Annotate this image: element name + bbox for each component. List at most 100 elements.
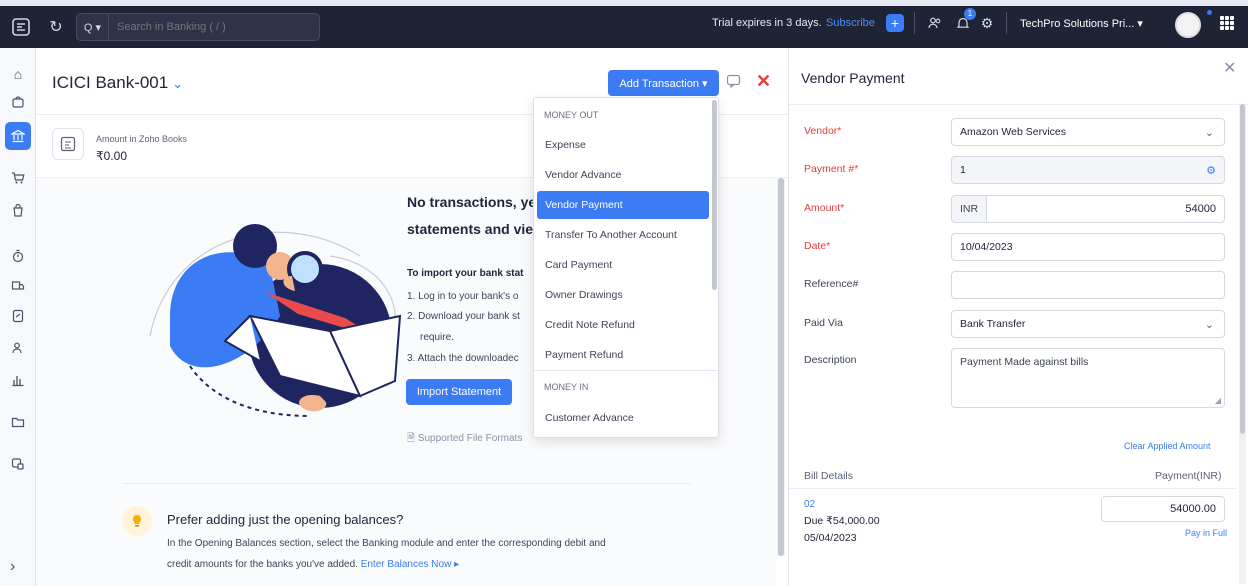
payment-inr-header: Payment(INR) bbox=[1155, 470, 1222, 482]
status-dot-icon bbox=[1207, 10, 1212, 15]
amount-label: Amount* bbox=[804, 202, 845, 214]
menu-item-vendor-payment[interactable]: Vendor Payment bbox=[537, 191, 709, 219]
app-logo-icon[interactable] bbox=[4, 10, 38, 44]
main-scrollbar[interactable] bbox=[777, 178, 785, 556]
resize-grip-icon[interactable]: ◢ bbox=[1215, 396, 1221, 405]
gst-filing-icon[interactable] bbox=[8, 306, 28, 326]
purchases-bag-icon[interactable] bbox=[8, 200, 28, 220]
ewaybill-truck-icon[interactable] bbox=[8, 276, 28, 296]
divider bbox=[534, 370, 718, 371]
referral-users-icon[interactable] bbox=[924, 12, 946, 34]
search-filter-icon[interactable]: Q ▾ bbox=[77, 14, 109, 40]
vendor-payment-panel: Vendor Payment ✕ Vendor* Amazon Web Serv… bbox=[788, 48, 1248, 586]
panel-scrollbar[interactable] bbox=[1239, 104, 1246, 584]
supported-formats-text: 🗎 Supported File Formats bbox=[407, 431, 522, 448]
chevron-down-icon[interactable]: ⌄ bbox=[172, 76, 183, 91]
organization-switcher[interactable]: TechPro Solutions Pri... ▾ bbox=[1020, 17, 1143, 30]
import-statement-button[interactable]: Import Statement bbox=[406, 379, 512, 405]
reference-label: Reference# bbox=[804, 278, 859, 290]
opening-balances-title: Prefer adding just the opening balances? bbox=[167, 512, 404, 527]
left-sidebar: ⌂ › bbox=[0, 48, 36, 586]
dropdown-scrollbar[interactable] bbox=[712, 100, 717, 290]
vendor-value: Amazon Web Services bbox=[960, 126, 1067, 138]
vendor-select[interactable]: Amazon Web Services ⌄ bbox=[951, 118, 1225, 146]
notification-count-badge: 1 bbox=[964, 8, 976, 20]
payment-number-label: Payment #* bbox=[804, 163, 859, 175]
comments-icon[interactable] bbox=[726, 74, 741, 91]
subscribe-link[interactable]: Subscribe bbox=[826, 17, 875, 29]
bill-payment-input[interactable]: 54000.00 bbox=[1101, 496, 1225, 522]
divider bbox=[789, 104, 1248, 105]
integrations-icon[interactable] bbox=[8, 454, 28, 474]
money-in-header: MONEY IN bbox=[544, 382, 589, 392]
menu-item-transfer-to-another-account[interactable]: Transfer To Another Account bbox=[537, 221, 709, 249]
search-bar[interactable]: Q ▾ bbox=[76, 13, 320, 41]
menu-item-credit-note-refund[interactable]: Credit Note Refund bbox=[537, 311, 709, 339]
refresh-icon[interactable]: ↻ bbox=[44, 17, 68, 37]
scrollbar-thumb[interactable] bbox=[778, 178, 784, 556]
accountant-user-icon[interactable] bbox=[8, 338, 28, 358]
empty-state-illustration bbox=[149, 224, 402, 417]
quick-create-plus-icon[interactable]: + bbox=[886, 14, 904, 32]
paid-via-select[interactable]: Bank Transfer ⌄ bbox=[951, 310, 1225, 338]
bill-number-link[interactable]: 02 bbox=[804, 499, 815, 510]
search-input[interactable] bbox=[109, 21, 309, 33]
close-icon[interactable]: ✕ bbox=[756, 71, 771, 92]
menu-item-vendor-advance[interactable]: Vendor Advance bbox=[537, 161, 709, 189]
divider bbox=[124, 483, 690, 484]
panel-title: Vendor Payment bbox=[801, 70, 905, 86]
banking-bank-icon[interactable] bbox=[5, 122, 31, 150]
bank-account-icon bbox=[52, 128, 84, 160]
description-label: Description bbox=[804, 354, 857, 366]
money-out-header: MONEY OUT bbox=[544, 110, 599, 120]
clear-applied-amount-link[interactable]: Clear Applied Amount bbox=[1124, 441, 1211, 451]
description-value: Payment Made against bills bbox=[960, 356, 1089, 368]
items-bag-icon[interactable] bbox=[8, 92, 28, 112]
settings-gear-icon[interactable]: ⚙ bbox=[1206, 164, 1216, 177]
user-avatar[interactable] bbox=[1175, 12, 1201, 38]
expand-sidebar-chevron-icon[interactable]: › bbox=[10, 558, 15, 576]
empty-state-heading-line2: statements and vie bbox=[407, 221, 534, 237]
reference-field[interactable] bbox=[951, 271, 1225, 299]
payment-number-value: 1 bbox=[960, 164, 966, 176]
import-step: require. bbox=[420, 332, 454, 343]
divider bbox=[1006, 12, 1007, 34]
settings-gear-icon[interactable]: ⚙ bbox=[976, 12, 998, 34]
menu-item-owner-drawings[interactable]: Owner Drawings bbox=[537, 281, 709, 309]
amount-value: ₹0.00 bbox=[96, 149, 127, 163]
chevron-down-icon[interactable]: ⌄ bbox=[1205, 126, 1214, 139]
opening-balances-description-line2: credit amounts for the banks you've adde… bbox=[167, 559, 459, 570]
sales-cart-icon[interactable] bbox=[8, 168, 28, 188]
add-transaction-button[interactable]: Add Transaction ▾ bbox=[608, 70, 719, 96]
home-icon[interactable]: ⌂ bbox=[8, 64, 28, 84]
app-grid-icon[interactable] bbox=[1220, 16, 1234, 30]
documents-folder-icon[interactable] bbox=[8, 412, 28, 432]
add-transaction-dropdown: MONEY OUT Expense Vendor Advance Vendor … bbox=[533, 97, 719, 438]
divider bbox=[789, 488, 1237, 489]
close-icon[interactable]: ✕ bbox=[1223, 58, 1236, 78]
bill-date: 05/04/2023 bbox=[804, 532, 857, 544]
menu-item-expense[interactable]: Expense bbox=[537, 131, 709, 159]
time-tracking-stopwatch-icon[interactable] bbox=[8, 246, 28, 266]
menu-item-card-payment[interactable]: Card Payment bbox=[537, 251, 709, 279]
import-instructions-title: To import your bank stat bbox=[407, 268, 524, 279]
menu-item-payment-refund[interactable]: Payment Refund bbox=[537, 341, 709, 369]
account-title[interactable]: ICICI Bank-001 ⌄ bbox=[52, 73, 183, 93]
pay-in-full-link[interactable]: Pay in Full bbox=[1185, 528, 1227, 538]
chevron-down-icon[interactable]: ⌄ bbox=[1205, 318, 1214, 331]
payment-number-field[interactable]: 1 ⚙ bbox=[951, 156, 1225, 184]
bill-due-amount: Due ₹54,000.00 bbox=[804, 515, 880, 527]
amount-label: Amount in Zoho Books bbox=[96, 134, 188, 144]
amount-field[interactable]: 54000 bbox=[986, 195, 1225, 223]
account-name: ICICI Bank-001 bbox=[52, 73, 169, 92]
menu-item-customer-advance[interactable]: Customer Advance bbox=[537, 404, 709, 432]
import-step: 3. Attach the downloadec bbox=[407, 353, 519, 364]
bill-details-header: Bill Details bbox=[804, 470, 854, 482]
reports-bar-chart-icon[interactable] bbox=[8, 370, 28, 390]
date-field[interactable]: 10/04/2023 bbox=[951, 233, 1225, 261]
description-textarea[interactable]: Payment Made against bills ◢ bbox=[951, 348, 1225, 408]
vendor-label: Vendor* bbox=[804, 125, 842, 137]
enter-balances-link[interactable]: Enter Balances Now ▸ bbox=[361, 559, 459, 570]
scrollbar-thumb[interactable] bbox=[1240, 104, 1245, 434]
currency-code: INR bbox=[951, 195, 987, 223]
